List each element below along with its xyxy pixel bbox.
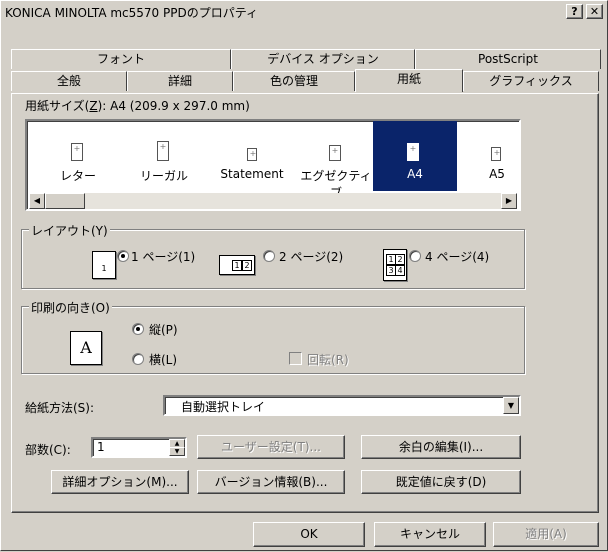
copies-stepper[interactable]: 1 ▲ ▼ [91, 437, 187, 458]
layout-4-page-radio[interactable] [409, 250, 421, 262]
paper-size-label: 用紙サイズ(Z): A4 (209.9 x 297.0 mm) [25, 99, 250, 113]
paper-icon [407, 143, 419, 161]
paper-item-executive[interactable]: エグゼクティブ [295, 123, 377, 200]
layout-4-page-icon: 1 2 3 4 [383, 249, 407, 281]
copies-label: 部数(C): [25, 443, 71, 457]
layout-2-page-label: 2 ページ(2) [279, 250, 344, 264]
rotate-checkbox[interactable] [289, 352, 302, 365]
chevron-down-icon[interactable]: ▼ [503, 397, 519, 414]
paper-size-value: A4 (209.9 x 297.0 mm) [110, 99, 250, 113]
layout-1-page-radio[interactable] [117, 250, 129, 262]
orientation-preview-icon: A [70, 331, 102, 365]
edit-margins-button[interactable]: 余白の編集(I)... [361, 435, 521, 459]
paper-item-letter[interactable]: レター [37, 123, 119, 189]
portrait-radio[interactable] [132, 323, 144, 335]
layout-2-page-icon: 1 2 [219, 255, 255, 275]
layout-2-page-radio[interactable] [263, 250, 275, 262]
landscape-radio[interactable] [132, 353, 144, 365]
restore-defaults-button[interactable]: 既定値に戻す(D) [361, 470, 521, 494]
custom-size-button[interactable]: ユーザー設定(T)... [197, 435, 345, 459]
version-info-button[interactable]: バージョン情報(B)... [197, 470, 345, 494]
paper-size-list[interactable]: レター リーガル Statement エグゼクティブ A4 A5 ◀ ▶ [25, 119, 521, 211]
ok-button[interactable]: OK [253, 522, 365, 547]
layout-1-page-label: 1 ページ(1) [131, 250, 196, 264]
scroll-left-icon[interactable]: ◀ [29, 193, 45, 209]
paper-icon [491, 147, 502, 161]
paper-item-a4[interactable]: A4 [373, 121, 457, 191]
paper-source-label: 給紙方法(S): [25, 401, 95, 415]
landscape-label: 横(L) [149, 353, 178, 367]
properties-dialog: KONICA MINOLTA mc5570 PPDのプロパティ ? ✕ フォント… [0, 0, 608, 551]
portrait-label: 縦(P) [149, 323, 178, 337]
cancel-button[interactable]: キャンセル [374, 522, 486, 547]
paper-source-select[interactable]: 自動選択トレイ ▼ [163, 395, 521, 416]
paper-list-scrollbar[interactable]: ◀ ▶ [29, 193, 517, 209]
layout-4-page-label: 4 ページ(4) [425, 250, 490, 264]
paper-item-legal[interactable]: リーガル [123, 123, 205, 189]
apply-button[interactable]: 適用(A) [493, 522, 599, 547]
paper-icon [157, 141, 169, 161]
paper-source-value: 自動選択トレイ [181, 400, 266, 414]
spin-down-icon[interactable]: ▼ [169, 447, 185, 456]
paper-item-statement[interactable]: Statement [211, 123, 293, 189]
paper-icon [71, 143, 83, 161]
layout-group-title: レイアウト(Y) [29, 222, 110, 239]
scroll-thumb[interactable] [45, 193, 85, 209]
copies-value[interactable]: 1 [97, 440, 105, 454]
advanced-options-button[interactable]: 詳細オプション(M)... [51, 470, 189, 494]
rotate-label: 回転(R) [307, 353, 349, 367]
paper-icon [247, 148, 258, 161]
scroll-right-icon[interactable]: ▶ [501, 193, 517, 209]
layout-1-page-icon: 1 [92, 251, 116, 279]
orientation-group-title: 印刷の向き(O) [29, 299, 112, 316]
paper-item-a5[interactable]: A5 [467, 123, 519, 189]
paper-icon [329, 145, 341, 161]
